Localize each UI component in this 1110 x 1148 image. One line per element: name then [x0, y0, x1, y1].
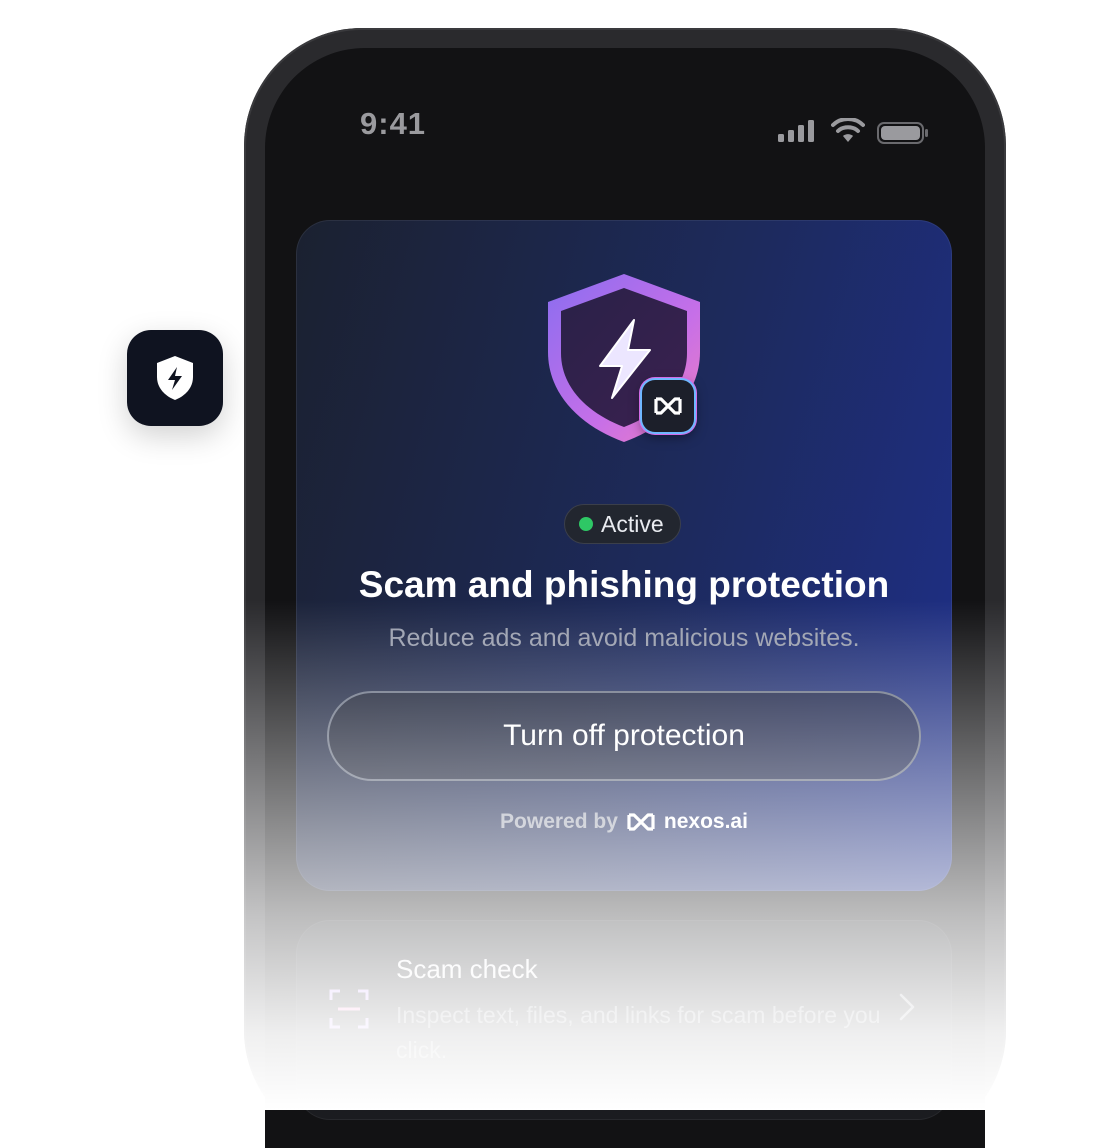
feature-title: Scam and phishing protection: [358, 564, 890, 605]
nexos-logo-icon: [627, 813, 655, 831]
shield-hero: [534, 268, 714, 448]
phone-screen: 9:41 Active Scam and phishing protection…: [265, 48, 985, 1148]
status-text: Active: [601, 510, 664, 537]
status-time: 9:41: [360, 106, 427, 141]
battery-icon: [877, 122, 928, 144]
nexos-brand-tile: [642, 380, 694, 432]
phone-frame: 9:41 Active Scam and phishing protection…: [244, 28, 1006, 1148]
status-bar: 9:41: [265, 48, 985, 158]
nexos-logo-icon: [654, 397, 682, 415]
chevron-right-icon: [899, 993, 915, 1021]
powered-by-line: Powered by nexos.ai: [296, 810, 952, 834]
app-shield-badge[interactable]: [127, 330, 223, 426]
scan-icon: [329, 989, 369, 1029]
scam-check-description: Inspect text, files, and links for scam …: [396, 1002, 881, 1063]
powered-by-label: Powered by: [500, 810, 618, 833]
brand-name: nexos.ai: [663, 810, 748, 833]
protection-card: Active Scam and phishing protection Redu…: [296, 220, 952, 891]
shield-bolt-icon: [157, 356, 193, 400]
scam-check-title: Scam check: [396, 954, 538, 984]
scam-check-card[interactable]: Scam check Inspect text, files, and link…: [296, 920, 952, 1120]
wifi-icon: [831, 118, 865, 142]
cellular-signal-icon: [778, 120, 814, 142]
status-badge: Active: [564, 504, 681, 544]
status-dot: [579, 517, 593, 531]
turn-off-protection-button[interactable]: Turn off protection: [327, 691, 921, 781]
feature-subtitle: Reduce ads and avoid malicious websites.: [388, 624, 860, 652]
